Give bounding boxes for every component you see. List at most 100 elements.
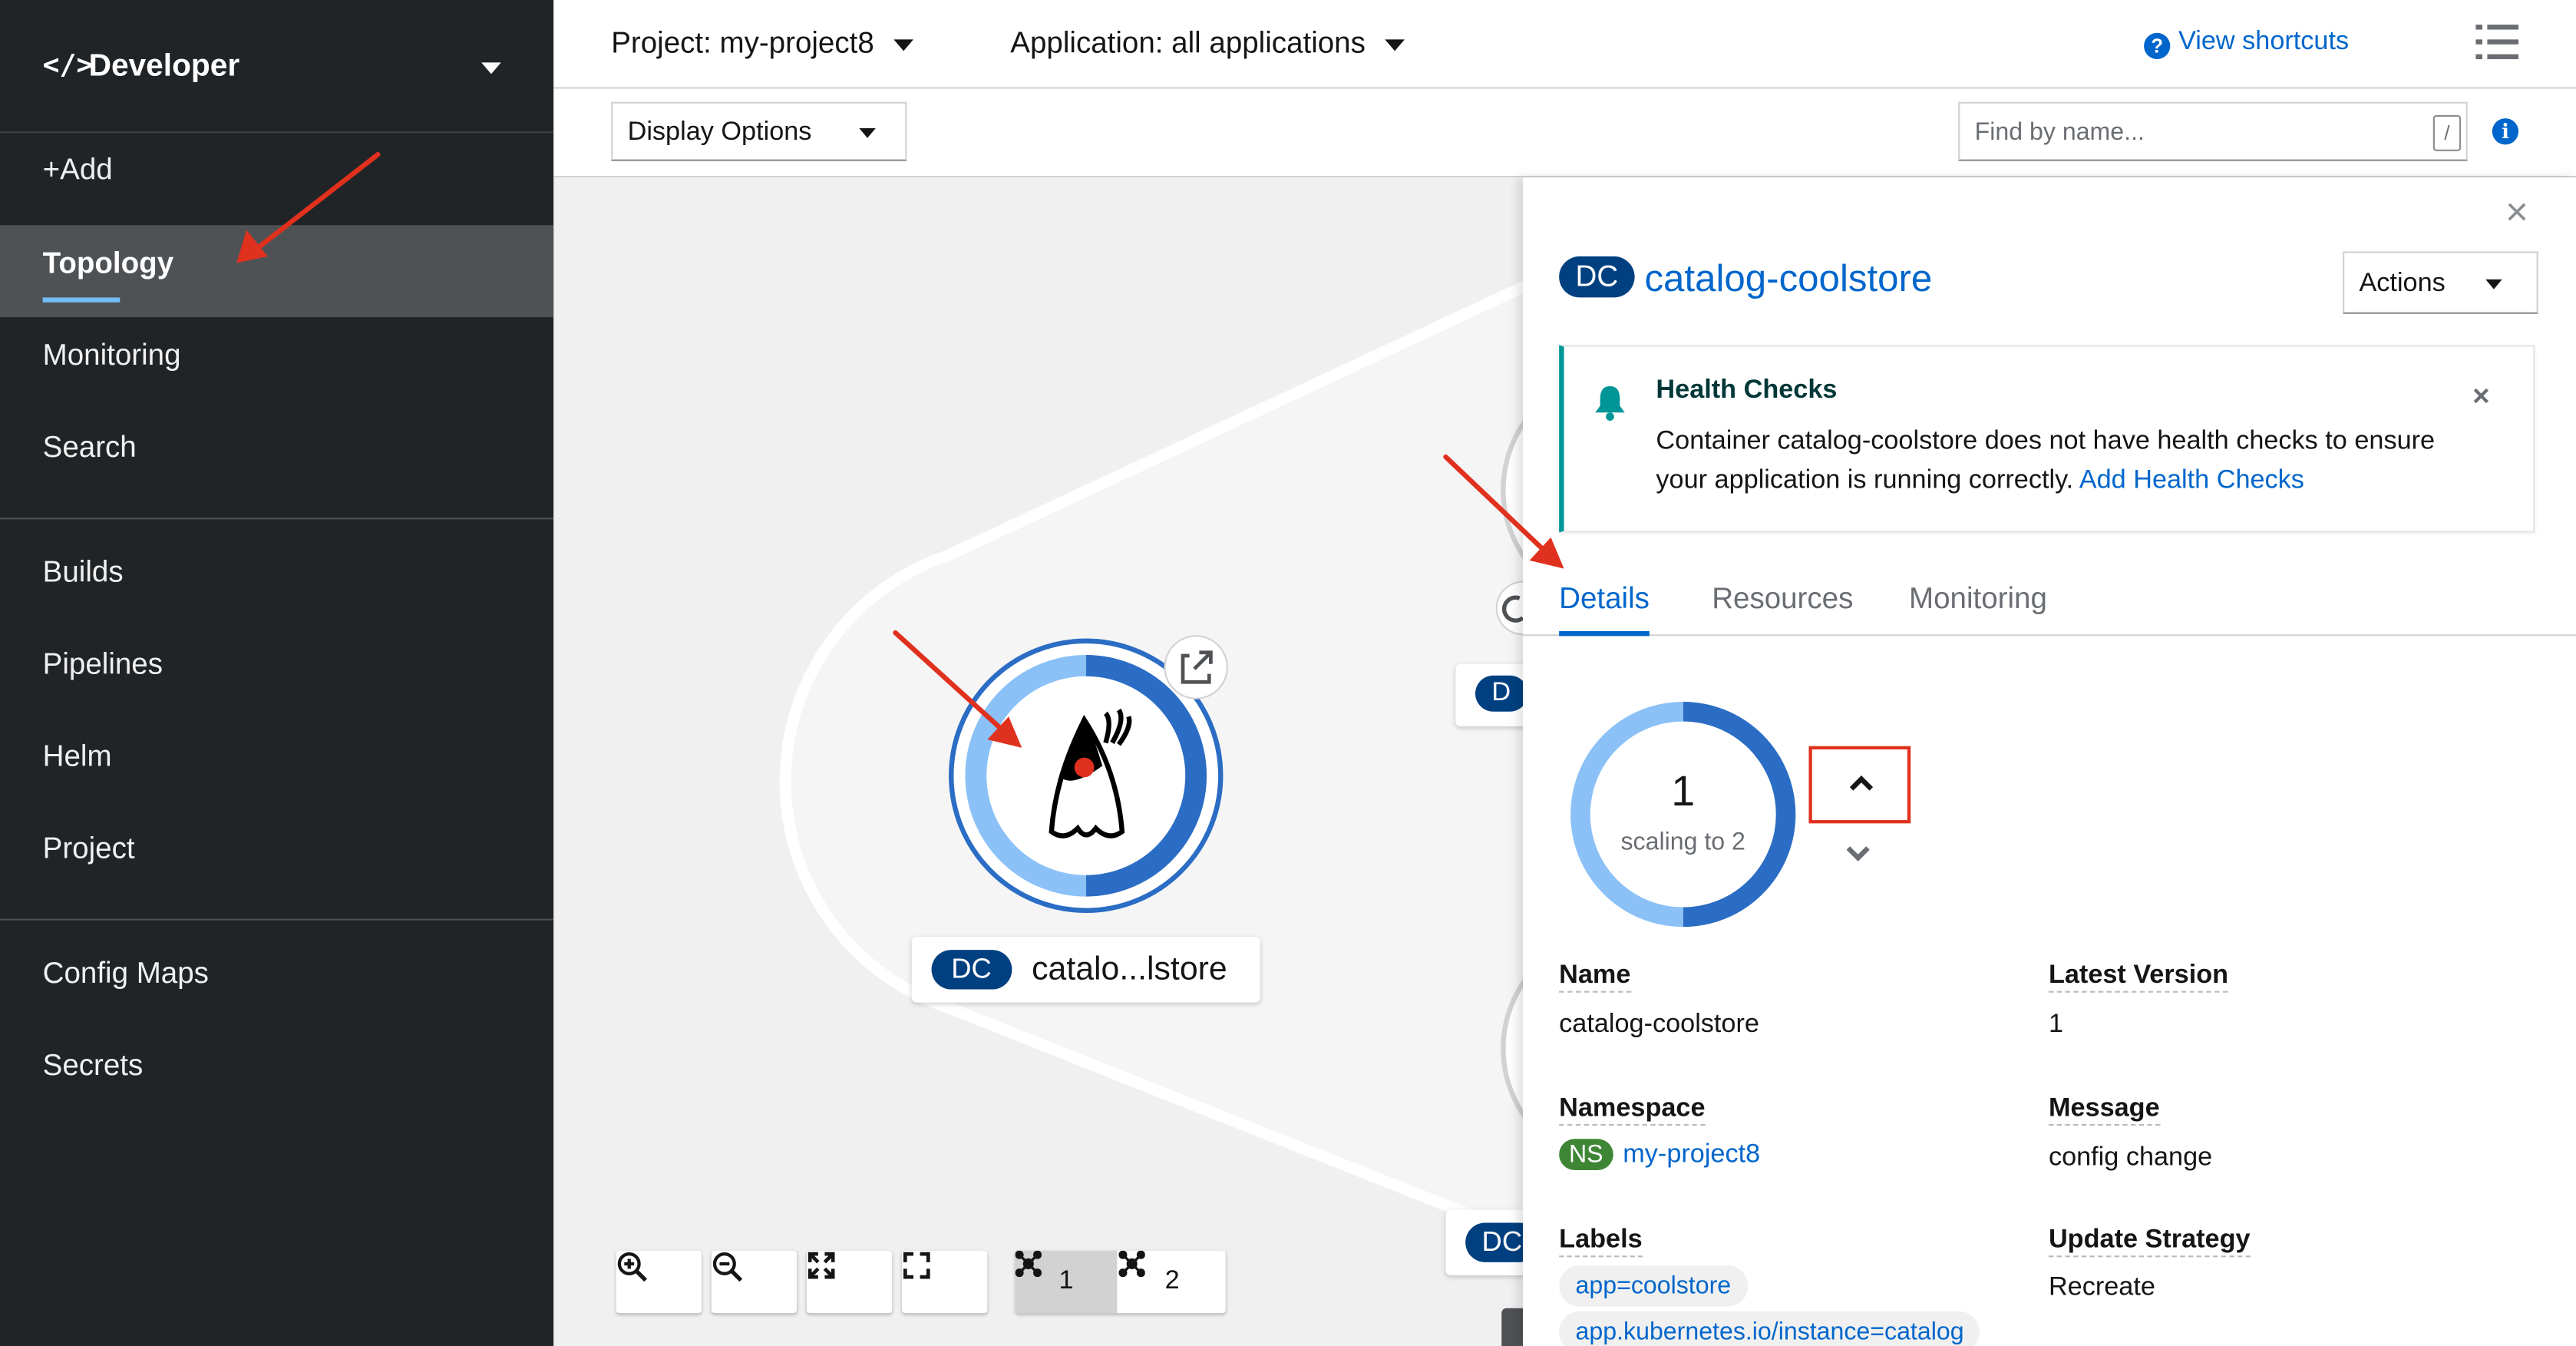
latest-version-label: Latest Version xyxy=(2048,961,2229,993)
label-chip[interactable]: app=coolstore xyxy=(1559,1265,1748,1307)
view-shortcuts-link[interactable]: ? View shortcuts xyxy=(2144,28,2350,60)
topology-icon xyxy=(1015,1250,1042,1278)
node-label-partial[interactable]: D xyxy=(1455,663,1524,727)
label-chip[interactable]: app.kubernetes.io/instance=catalog xyxy=(1559,1311,1980,1346)
add-health-checks-link[interactable]: Add Health Checks xyxy=(2079,467,2304,494)
scale-down-button[interactable] xyxy=(1846,842,1870,871)
nav-item-builds[interactable]: Builds xyxy=(0,527,553,620)
nav-item-secrets[interactable]: Secrets xyxy=(0,1020,553,1113)
find-by-name-input[interactable] xyxy=(1960,103,2450,160)
zoom-in-icon xyxy=(617,1252,648,1282)
panel-tabs: Details Resources Monitoring xyxy=(1523,565,2576,637)
nav-item-search[interactable]: Search xyxy=(0,402,553,494)
actions-label: Actions xyxy=(2359,270,2446,298)
layout-2-button[interactable]: 2 xyxy=(1118,1250,1226,1313)
project-selector[interactable]: Project: my-project8 xyxy=(611,26,914,61)
nav-item-label: Monitoring xyxy=(42,338,181,372)
nav-item-pipelines[interactable]: Pipelines xyxy=(0,620,553,712)
nav-item-project[interactable]: Project xyxy=(0,804,553,896)
catalog-coolstore-node[interactable] xyxy=(553,177,1524,1346)
name-value: catalog-coolstore xyxy=(1559,1010,1759,1039)
caret-down-icon xyxy=(1385,38,1405,51)
update-strategy-label: Update Strategy xyxy=(2048,1226,2251,1258)
perspective-switcher[interactable]: </> Developer xyxy=(0,0,554,134)
nav-item-label: Project xyxy=(42,832,135,865)
node-label[interactable]: DC catalo...lstore xyxy=(911,937,1260,1003)
sidebar: </> Developer +Add Topology Monitoring S… xyxy=(0,0,554,1346)
tab-label: Resources xyxy=(1712,581,1854,615)
caret-down-icon xyxy=(2485,279,2502,289)
view-shortcuts-label: View shortcuts xyxy=(2178,28,2350,56)
keyboard-shortcut-hint: / xyxy=(2432,114,2462,151)
resource-name-link[interactable]: catalog-coolstore xyxy=(1644,256,1932,299)
tab-label: Monitoring xyxy=(1909,581,2047,615)
nav-item-label: Topology xyxy=(42,246,174,279)
layout-1-label: 1 xyxy=(1058,1267,1074,1295)
nav-item-label: +Add xyxy=(42,153,113,186)
labels-label: Labels xyxy=(1559,1226,1643,1258)
chevron-down-icon xyxy=(1846,846,1870,862)
display-options-label: Display Options xyxy=(627,118,812,147)
nav-item-label: Pipelines xyxy=(42,647,163,681)
caret-down-icon xyxy=(481,62,501,74)
topology-icon xyxy=(1118,1250,1145,1278)
expand-arrows-icon xyxy=(807,1252,835,1279)
alert-message: Container catalog-coolstore does not hav… xyxy=(1656,427,2436,495)
scale-up-button[interactable] xyxy=(1808,746,1911,824)
tab-resources[interactable]: Resources xyxy=(1712,582,1853,617)
dc-badge: D xyxy=(1475,675,1524,712)
close-alert-button[interactable]: × xyxy=(2472,379,2490,414)
topology-canvas[interactable]: DC catalo...lstore D DC 1 2 xyxy=(553,177,1524,1346)
find-by-name-field: / xyxy=(1958,101,2468,161)
active-tab-indicator xyxy=(1559,630,1650,637)
zoom-out-button[interactable] xyxy=(711,1250,798,1314)
list-view-icon[interactable] xyxy=(2475,25,2519,61)
bell-icon xyxy=(1595,385,1625,421)
layout-2-label: 2 xyxy=(1164,1267,1180,1295)
name-label: Name xyxy=(1559,961,1631,993)
reset-view-button[interactable] xyxy=(902,1250,988,1314)
details-side-panel: × DC catalog-coolstore Actions Health Che… xyxy=(1523,177,2576,1346)
tab-monitoring[interactable]: Monitoring xyxy=(1909,582,2047,617)
nav-item-monitoring[interactable]: Monitoring xyxy=(0,311,553,403)
tab-details[interactable]: Details xyxy=(1559,581,1650,637)
dc-badge: DC xyxy=(931,950,1012,990)
alert-title: Health Checks xyxy=(1656,376,1838,405)
nav-item-add[interactable]: +Add xyxy=(0,125,553,217)
application-selector[interactable]: Application: all applications xyxy=(1010,26,1405,61)
scaling-text: scaling to 2 xyxy=(1620,828,1745,857)
actions-dropdown[interactable]: Actions xyxy=(2343,251,2538,314)
nav-item-config-maps[interactable]: Config Maps xyxy=(0,928,553,1020)
fit-to-screen-button[interactable] xyxy=(806,1250,893,1314)
ns-badge: NS xyxy=(1559,1139,1613,1170)
message-value: config change xyxy=(2048,1143,2213,1172)
nav-item-helm[interactable]: Helm xyxy=(0,712,553,804)
nav-item-label: Search xyxy=(42,430,137,464)
tab-label: Details xyxy=(1559,581,1650,615)
zoom-in-button[interactable] xyxy=(616,1250,702,1314)
topology-toolbar: Display Options / i xyxy=(553,88,2576,178)
close-panel-button[interactable]: × xyxy=(2505,190,2528,236)
chevron-up-icon xyxy=(1849,776,1873,791)
caret-down-icon xyxy=(893,38,914,51)
info-icon[interactable]: i xyxy=(2492,118,2519,145)
message-label: Message xyxy=(2048,1095,2160,1126)
nav-item-label: Secrets xyxy=(42,1048,144,1082)
pod-count: 1 xyxy=(1671,766,1696,815)
dc-badge: DC xyxy=(1559,256,1635,298)
nav-divider xyxy=(0,518,554,520)
node-label-partial[interactable]: DC xyxy=(1445,1209,1524,1275)
nav-item-topology[interactable]: Topology xyxy=(0,225,554,318)
zoom-out-icon xyxy=(712,1252,743,1282)
health-checks-alert: Health Checks Container catalog-coolstor… xyxy=(1559,345,2535,533)
layout-1-button[interactable]: 1 xyxy=(1015,1250,1118,1314)
namespace-label: Namespace xyxy=(1559,1095,1706,1126)
active-indicator xyxy=(42,297,121,303)
panel-title: DC catalog-coolstore xyxy=(1559,256,1932,301)
display-options-dropdown[interactable]: Display Options xyxy=(611,101,907,161)
nav-item-label: Builds xyxy=(42,555,124,589)
nav-item-label: Helm xyxy=(42,739,112,772)
expand-icon xyxy=(903,1252,930,1279)
namespace-link[interactable]: my-project8 xyxy=(1623,1140,1760,1168)
latest-version-value: 1 xyxy=(2048,1010,2064,1039)
